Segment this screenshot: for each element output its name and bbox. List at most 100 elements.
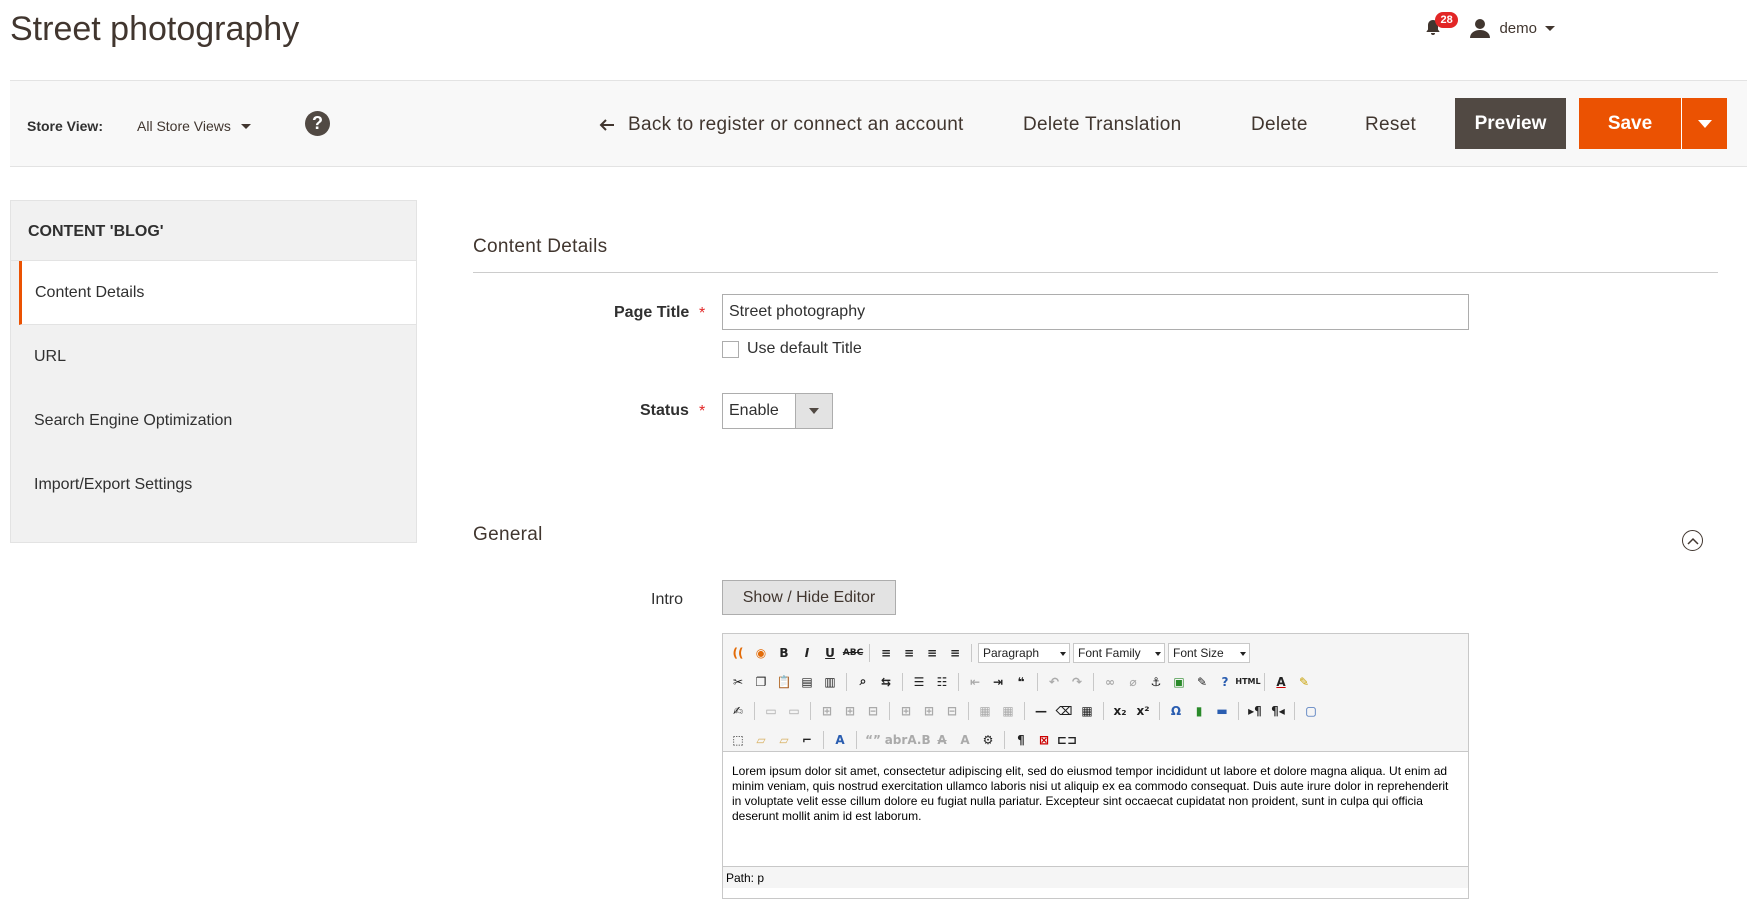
store-view-value: All Store Views [137,118,231,134]
unlink-icon[interactable]: ⌀ [1123,672,1143,692]
underline-icon[interactable]: U [820,643,840,663]
table-cell-props-icon[interactable]: ▭ [784,701,804,721]
fullscreen-icon[interactable]: ▢ [1301,701,1321,721]
insert-col-after-icon[interactable]: ⊞ [919,701,939,721]
widget-icon[interactable]: (( [728,643,748,663]
move-forward-icon[interactable]: ▱ [751,730,771,750]
text-color-icon[interactable]: A [1271,672,1291,692]
cleanup-icon[interactable]: ✎ [1192,672,1212,692]
help-icon[interactable]: ? [1215,672,1235,692]
italic-icon[interactable]: I [797,643,817,663]
merge-cells-icon[interactable]: ▦ [998,701,1018,721]
align-left-icon[interactable]: ≡ [876,643,896,663]
edit-icon[interactable]: ✍ [728,701,748,721]
delete-row-icon[interactable]: ⊟ [863,701,883,721]
background-color-icon[interactable]: ✎ [1294,672,1314,692]
styles-icon[interactable]: A [830,730,850,750]
copy-icon[interactable]: ❐ [751,672,771,692]
variable-icon[interactable]: ◉ [751,643,771,663]
insert-row-after-icon[interactable]: ⊞ [840,701,860,721]
font-size-select[interactable]: Font Size [1168,642,1250,663]
store-view-switcher[interactable]: All Store Views [137,118,251,134]
general-section-title[interactable]: General [473,524,543,546]
undo-icon[interactable]: ↶ [1044,672,1064,692]
preview-button[interactable]: Preview [1455,98,1566,149]
eraser-icon[interactable]: ⌫ [1054,701,1074,721]
delete-col-icon[interactable]: ⊟ [942,701,962,721]
attributes-icon[interactable]: ⚙ [978,730,998,750]
select-arrow [795,394,832,428]
hr-icon[interactable]: ▬ [1212,701,1232,721]
subscript-icon[interactable]: x₂ [1110,701,1130,721]
align-justify-icon[interactable]: ≡ [945,643,965,663]
anchor-icon[interactable]: ⚓ [1146,672,1166,692]
blockquote-icon[interactable]: ❝ [1011,672,1031,692]
delete-translation-button[interactable]: Delete Translation [1023,114,1182,136]
paragraph-select[interactable]: Paragraph [978,642,1070,663]
sidebar-item-url[interactable]: URL [11,325,416,389]
link-icon[interactable]: ∞ [1100,672,1120,692]
bullet-list-icon[interactable]: ☰ [909,672,929,692]
delete-button[interactable]: Delete [1251,114,1308,136]
superscript-icon[interactable]: x² [1133,701,1153,721]
nonbreaking-icon[interactable]: ⊠ [1034,730,1054,750]
back-button[interactable]: Back to register or connect an account [598,114,964,136]
media-icon[interactable]: ▮ [1189,701,1209,721]
page-title-input[interactable]: Street photography [722,294,1469,330]
special-char-icon[interactable]: Ω [1166,701,1186,721]
redo-icon[interactable]: ↷ [1067,672,1087,692]
sidebar-item-seo[interactable]: Search Engine Optimization [11,389,416,453]
cut-icon[interactable]: ✂ [728,672,748,692]
align-center-icon[interactable]: ≡ [899,643,919,663]
editor-path-bar: Path: p [723,866,1468,888]
table-row-props-icon[interactable]: ▭ [761,701,781,721]
paste-icon[interactable]: 📋 [774,672,794,692]
use-default-title-checkbox[interactable] [722,340,739,358]
align-right-icon[interactable]: ≡ [922,643,942,663]
visual-chars-icon[interactable]: ¶ [1011,730,1031,750]
insert-text-icon[interactable]: A [955,730,975,750]
insert-layer-icon[interactable]: ⬚ [728,730,748,750]
save-button[interactable]: Save [1579,98,1727,149]
sidebar-item-import-export[interactable]: Import/Export Settings [11,453,416,517]
editor-content[interactable]: Lorem ipsum dolor sit amet, consectetur … [723,752,1468,866]
bold-icon[interactable]: B [774,643,794,663]
replace-icon[interactable]: ⇆ [876,672,896,692]
rtl-icon[interactable]: ¶◂ [1268,701,1288,721]
horizontal-rule-icon[interactable]: — [1031,701,1051,721]
abbr-icon[interactable]: abr [885,730,908,750]
strikethrough-icon[interactable]: ABC [843,643,863,663]
help-icon[interactable]: ? [305,111,330,136]
acronym-icon[interactable]: A.B [907,730,930,750]
notifications[interactable]: 28 [1419,12,1458,42]
absolute-icon[interactable]: ⌐ [797,730,817,750]
delete-text-icon[interactable]: A [932,730,952,750]
save-options-toggle[interactable] [1681,98,1727,149]
status-select[interactable]: Enable [722,393,833,429]
indent-icon[interactable]: ⇥ [988,672,1008,692]
image-icon[interactable]: ▣ [1169,672,1189,692]
pagebreak-icon[interactable]: ⊏⊐ [1057,730,1077,750]
move-backward-icon[interactable]: ▱ [774,730,794,750]
user-menu[interactable]: demo [1469,17,1555,39]
outdent-icon[interactable]: ⇤ [965,672,985,692]
show-hide-editor-button[interactable]: Show / Hide Editor [722,580,896,615]
insert-row-before-icon[interactable]: ⊞ [817,701,837,721]
insert-col-before-icon[interactable]: ⊞ [896,701,916,721]
use-default-title-row[interactable]: Use default Title [722,340,862,358]
caret-down-icon [240,123,251,129]
cite-icon[interactable]: “” [863,730,883,750]
collapse-icon[interactable] [1682,530,1703,551]
html-source-icon[interactable]: HTML [1235,672,1260,692]
sidebar-item-content-details[interactable]: Content Details [19,261,416,325]
split-cells-icon[interactable]: ▦ [975,701,995,721]
back-button-label: Back to register or connect an account [628,114,964,135]
table-icon[interactable]: ▦ [1077,701,1097,721]
paste-text-icon[interactable]: ▤ [797,672,817,692]
numbered-list-icon[interactable]: ☷ [932,672,952,692]
reset-button[interactable]: Reset [1365,114,1416,136]
paste-word-icon[interactable]: ▥ [820,672,840,692]
find-icon[interactable]: ⌕ [853,672,873,692]
ltr-icon[interactable]: ▸¶ [1245,701,1265,721]
font-family-select[interactable]: Font Family [1073,642,1165,663]
